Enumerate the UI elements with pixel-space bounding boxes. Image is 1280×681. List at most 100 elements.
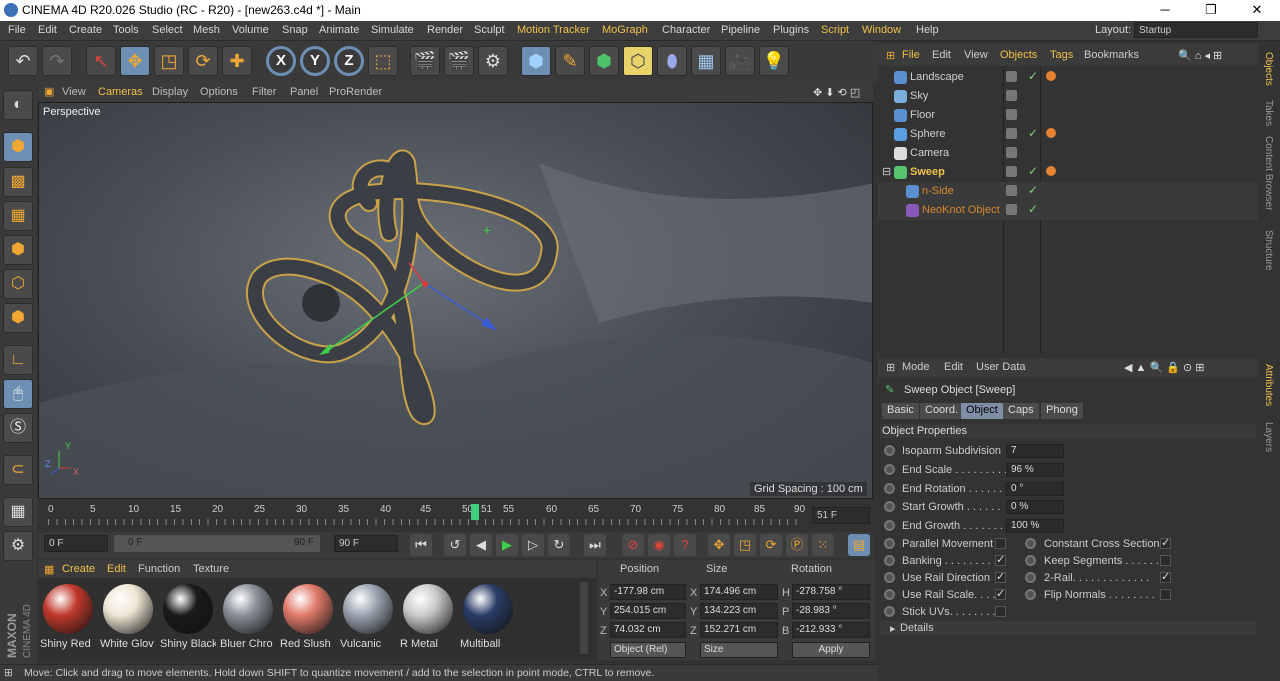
material-shiny-red[interactable]: Shiny Red [40, 582, 96, 656]
y-axis-lock-icon[interactable]: Y [300, 46, 330, 76]
vp-menu-cameras[interactable]: Cameras [98, 86, 143, 98]
subdivision-surface-icon[interactable]: ⬢ [589, 46, 619, 76]
cube-object-icon[interactable]: ⬢ [521, 46, 551, 76]
key-scale-icon[interactable]: ◳ [734, 534, 756, 556]
obj-menu-file[interactable]: File [902, 49, 920, 61]
current-frame-field[interactable]: 51 F [812, 507, 870, 524]
menu-render[interactable]: Render [427, 24, 463, 36]
next-frame-icon[interactable]: ▷ [522, 534, 544, 556]
position-x-field[interactable]: -177.98 cm [610, 584, 686, 600]
move-tool-icon[interactable]: ✥ [120, 46, 150, 76]
obj-nav-icons[interactable]: 🔍 ⌂ ◂ ⊞ [1178, 49, 1222, 62]
object-row-sphere[interactable]: Sphere ✓ [878, 125, 1258, 144]
live-selection-icon[interactable]: ↖ [86, 46, 116, 76]
floor-scene-icon[interactable]: ▦ [691, 46, 721, 76]
polygons-mode-icon[interactable]: ⬢ [3, 303, 33, 333]
position-y-field[interactable]: 254.015 cm [610, 603, 686, 619]
attr-menu-mode[interactable]: Mode [902, 361, 930, 373]
animation-toggle[interactable] [1025, 538, 1036, 549]
mat-menu-texture[interactable]: Texture [193, 563, 229, 575]
animation-toggle[interactable] [884, 606, 895, 617]
side-tab-layers[interactable]: Layers [1263, 422, 1274, 452]
material-shiny-black[interactable]: Shiny Black [160, 582, 216, 656]
end-growth-field[interactable]: 100 % [1006, 519, 1064, 533]
menu-select[interactable]: Select [152, 24, 183, 36]
menu-edit[interactable]: Edit [38, 24, 57, 36]
obj-menu-view[interactable]: View [964, 49, 988, 61]
menu-mograph[interactable]: MoGraph [602, 24, 648, 36]
animation-toggle[interactable] [884, 483, 895, 494]
obj-menu-tags[interactable]: Tags [1050, 49, 1073, 61]
record-keys-icon[interactable]: ⊘ [622, 534, 644, 556]
render-settings-icon[interactable]: ⚙ [478, 46, 508, 76]
deformer-icon[interactable]: ⬮ [657, 46, 687, 76]
visibility-toggle[interactable] [1006, 166, 1017, 177]
texture-mode-icon[interactable]: ▩ [3, 167, 33, 197]
flip-normals-checkbox[interactable] [1160, 589, 1171, 600]
menu-create[interactable]: Create [69, 24, 102, 36]
recent-tools-icon[interactable]: ✚ [222, 46, 252, 76]
attr-menu-edit[interactable]: Edit [944, 361, 963, 373]
material-scrollbar[interactable] [580, 582, 588, 654]
animation-toggle[interactable] [884, 589, 895, 600]
size-z-field[interactable]: 152.271 cm [700, 622, 778, 638]
playhead[interactable] [471, 504, 479, 520]
coordinate-system-icon[interactable]: ⬚ [368, 46, 398, 76]
object-row-neoknot[interactable]: NeoKnot Object ✓ [878, 201, 1258, 220]
previous-key-icon[interactable]: ↺ [444, 534, 466, 556]
visibility-toggle[interactable] [1006, 204, 1017, 215]
workplane-mode-icon[interactable]: ▦ [3, 201, 33, 231]
key-rotation-icon[interactable]: ⟳ [760, 534, 782, 556]
size-y-field[interactable]: 134.223 cm [700, 603, 778, 619]
visibility-toggle[interactable] [1006, 109, 1017, 120]
z-axis-lock-icon[interactable]: Z [334, 46, 364, 76]
vp-menu-panel[interactable]: Panel [290, 86, 318, 98]
snap-enable-icon[interactable]: ⊂ [3, 455, 33, 485]
camera-icon[interactable]: 🎥 [725, 46, 755, 76]
previous-frame-icon[interactable]: ◀ [470, 534, 492, 556]
menu-window[interactable]: Window [862, 24, 901, 36]
menu-sculpt[interactable]: Sculpt [474, 24, 505, 36]
axis-mode-icon[interactable]: ∟ [3, 345, 33, 375]
model-mode-icon[interactable]: ⬢ [3, 132, 33, 162]
scale-tool-icon[interactable]: ◳ [154, 46, 184, 76]
visibility-toggle[interactable] [1006, 71, 1017, 82]
coordinate-mode-dropdown[interactable]: Object (Rel) [610, 642, 686, 658]
two-rail-checkbox[interactable]: ✓ [1160, 572, 1171, 583]
vp-menu-display[interactable]: Display [152, 86, 188, 98]
use-rail-scale-checkbox[interactable]: ✓ [995, 589, 1006, 600]
attr-nav-icons[interactable]: ◀ ▲ 🔍 🔒 ⊙ ⊞ [1124, 361, 1204, 374]
3d-viewport[interactable]: + Y Z X Perspective [38, 102, 873, 499]
position-z-field[interactable]: 74.032 cm [610, 622, 686, 638]
keyframe-selection-icon[interactable]: ? [674, 534, 696, 556]
autokey-icon[interactable]: ◉ [648, 534, 670, 556]
expand-icon[interactable]: ⊟ [882, 165, 891, 178]
end-frame-field[interactable]: 90 F [334, 535, 398, 552]
enabled-check[interactable]: ✓ [1028, 126, 1038, 140]
mat-menu-edit[interactable]: Edit [107, 563, 126, 575]
edges-mode-icon[interactable]: ⬡ [3, 269, 33, 299]
object-row-landscape[interactable]: Landscape ✓ [878, 68, 1258, 87]
pen-spline-icon[interactable]: ✎ [555, 46, 585, 76]
animation-toggle[interactable] [884, 572, 895, 583]
parallel-movement-checkbox[interactable] [995, 538, 1006, 549]
menu-help[interactable]: Help [916, 24, 939, 36]
tweak-mode-icon[interactable]: 🖱 [3, 379, 33, 409]
visibility-toggle[interactable] [1006, 147, 1017, 158]
material-bluer-chro[interactable]: Bluer Chro [220, 582, 276, 656]
details-section[interactable]: ▸ Details [880, 621, 1256, 635]
animation-toggle[interactable] [884, 445, 895, 456]
animation-toggle[interactable] [884, 501, 895, 512]
menu-plugins[interactable]: Plugins [773, 24, 809, 36]
menu-pipeline[interactable]: Pipeline [721, 24, 760, 36]
maximize-button[interactable]: ❐ [1188, 0, 1234, 21]
material-r-metal[interactable]: R Metal [400, 582, 456, 656]
constant-cross-section-checkbox[interactable]: ✓ [1160, 538, 1171, 549]
animation-toggle[interactable] [884, 538, 895, 549]
size-x-field[interactable]: 174.496 cm [700, 584, 778, 600]
side-tab-content-browser[interactable]: Content Browser [1263, 136, 1274, 210]
tab-coord[interactable]: Coord. [920, 403, 964, 419]
planar-workplane-icon[interactable]: ⚙ [3, 531, 33, 561]
make-editable-icon[interactable]: ◐ [3, 90, 33, 120]
apply-button[interactable]: Apply [792, 642, 870, 658]
